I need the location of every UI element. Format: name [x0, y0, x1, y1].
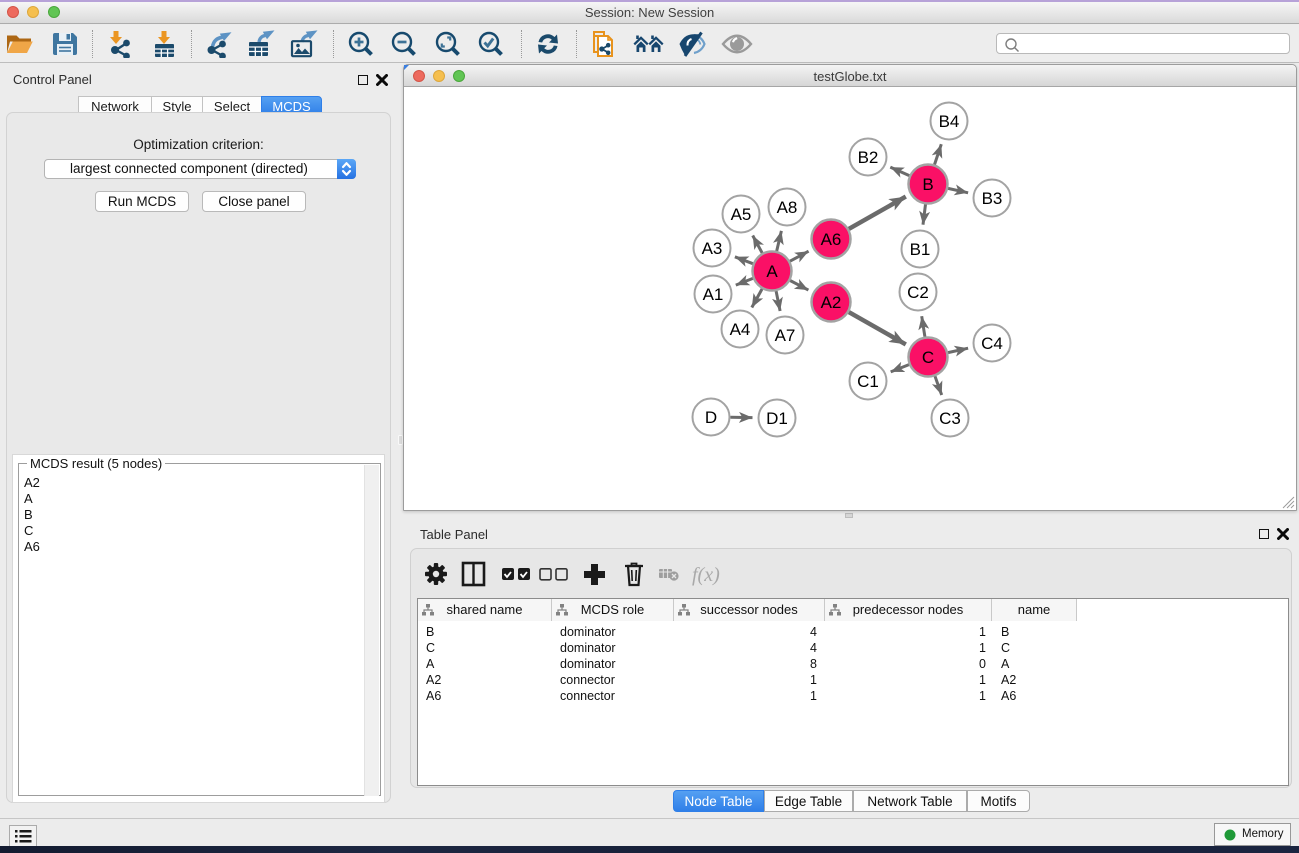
svg-text:B1: B1: [910, 240, 931, 259]
svg-text:A6: A6: [821, 230, 842, 249]
svg-text:B4: B4: [939, 112, 960, 131]
svg-text:C3: C3: [939, 409, 961, 428]
svg-text:B: B: [922, 175, 933, 194]
svg-text:A7: A7: [775, 326, 796, 345]
svg-text:C: C: [922, 348, 934, 367]
svg-text:C4: C4: [981, 334, 1003, 353]
svg-text:A8: A8: [777, 198, 798, 217]
svg-text:D1: D1: [766, 409, 788, 428]
svg-text:A4: A4: [730, 320, 751, 339]
svg-text:A5: A5: [731, 205, 752, 224]
svg-text:D: D: [705, 408, 717, 427]
svg-text:C1: C1: [857, 372, 879, 391]
svg-text:B2: B2: [858, 148, 879, 167]
svg-text:A3: A3: [702, 239, 723, 258]
svg-text:A1: A1: [703, 285, 724, 304]
svg-text:A2: A2: [821, 293, 842, 312]
svg-text:A: A: [766, 262, 778, 281]
svg-text:B3: B3: [982, 189, 1003, 208]
svg-text:f(x): f(x): [692, 564, 720, 586]
svg-text:C2: C2: [907, 283, 929, 302]
